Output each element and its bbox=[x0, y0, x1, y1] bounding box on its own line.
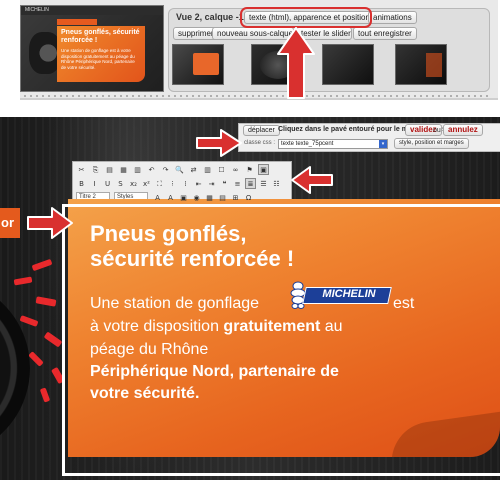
toolbar-button[interactable]: ⚑ bbox=[244, 164, 255, 175]
overlay-tab: or bbox=[0, 208, 20, 238]
logo-wordmark: MICHELIN bbox=[322, 288, 376, 300]
heading-line-2: sécurité renforcée ! bbox=[90, 246, 295, 271]
body-line-1: Une station de gonflage bbox=[90, 295, 260, 312]
style-position-button[interactable]: style, position et marges bbox=[394, 138, 469, 149]
thumbnail-body: Une station de gonflage est à votre disp… bbox=[61, 48, 135, 70]
toolbar-button[interactable]: ▦ bbox=[204, 192, 215, 203]
css-class-label: classe css : bbox=[244, 140, 276, 146]
toolbar-button[interactable]: ✂ bbox=[76, 164, 87, 175]
css-class-select[interactable]: texte texte_75pcent ▾ bbox=[278, 139, 388, 149]
filmstrip-frame-1[interactable] bbox=[172, 44, 224, 85]
toolbar-button[interactable]: Ω bbox=[243, 192, 254, 203]
toolbar-button[interactable]: ⁞ bbox=[180, 178, 191, 189]
toolbar-button[interactable]: ▥ bbox=[132, 164, 143, 175]
slide-preview-thumbnail[interactable]: MICHELIN Pneus gonflés, sécurité renforc… bbox=[20, 5, 164, 92]
toolbar-button[interactable]: ▤ bbox=[217, 192, 228, 203]
toolbar-button[interactable]: ◉ bbox=[191, 192, 202, 203]
chevron-down-icon: ▾ bbox=[379, 140, 387, 148]
toolbar-button[interactable]: ▦ bbox=[118, 164, 129, 175]
toolbar-button[interactable]: S bbox=[115, 178, 126, 189]
thumbnail-title: Pneus gonflés, sécurité renforcée ! bbox=[61, 29, 140, 44]
toolbar-button[interactable]: x₂ bbox=[128, 178, 139, 189]
filmstrip-frame-4[interactable] bbox=[395, 44, 447, 85]
toolbar-button[interactable]: ↷ bbox=[160, 164, 171, 175]
toolbar-button[interactable]: ⊞ bbox=[230, 192, 241, 203]
toolbar-button[interactable]: ≡ bbox=[232, 178, 243, 189]
toolbar-button[interactable]: ▣ bbox=[258, 164, 269, 175]
body-line-3: péage du Rhône bbox=[90, 341, 209, 358]
body-line-4: Périphérique Nord, partenaire de bbox=[90, 363, 339, 380]
toolbar-button[interactable]: 🔍 bbox=[174, 164, 185, 175]
animations-button[interactable]: animations bbox=[368, 11, 417, 24]
highlight-circle bbox=[240, 7, 372, 28]
arrow-left-icon bbox=[291, 166, 333, 194]
screenshot-root: MICHELIN Pneus gonflés, sécurité renforc… bbox=[0, 0, 500, 480]
body-line-2-bold: gratuitement bbox=[223, 318, 321, 335]
heading-line-1: Pneus gonflés, bbox=[90, 221, 247, 246]
toolbar-button[interactable]: ∞ bbox=[230, 164, 241, 175]
toolbar-button[interactable]: ⇄ bbox=[188, 164, 199, 175]
filmstrip-frame-3[interactable] bbox=[322, 44, 374, 85]
arrow-right-icon bbox=[196, 129, 242, 157]
toolbar-button[interactable]: ⛶ bbox=[154, 178, 165, 189]
panel-divider bbox=[22, 94, 492, 98]
toolbar-button[interactable]: ⎘ bbox=[90, 164, 101, 175]
cancel-button[interactable]: annulez bbox=[443, 124, 483, 136]
toolbar-button[interactable]: U bbox=[102, 178, 113, 189]
or-text: ou bbox=[433, 127, 441, 134]
toolbar-button[interactable]: ☷ bbox=[271, 178, 282, 189]
toolbar-button[interactable]: ▣ bbox=[178, 192, 189, 203]
body-line-2: à votre disposition gratuitement au bbox=[90, 318, 343, 336]
css-class-value: texte texte_75pcent bbox=[281, 141, 334, 147]
move-button[interactable]: déplacer bbox=[243, 125, 280, 136]
toolbar-button[interactable]: B bbox=[76, 178, 87, 189]
toolbar-button[interactable]: I bbox=[89, 178, 100, 189]
body-line-2-start: à votre disposition bbox=[90, 318, 219, 335]
body-line-2-end: au bbox=[324, 318, 343, 335]
body-line-1-end: est bbox=[393, 295, 415, 312]
thumbnail-header: MICHELIN bbox=[21, 6, 163, 15]
body-line-5: votre sécurité. bbox=[90, 385, 200, 402]
thumbnail-orange-box: Pneus gonflés, sécurité renforcée ! Une … bbox=[57, 26, 145, 82]
toolbar-button[interactable]: ☐ bbox=[216, 164, 227, 175]
save-all-button[interactable]: tout enregistrer bbox=[353, 27, 417, 40]
toolbar-button[interactable]: ☰ bbox=[258, 178, 269, 189]
michelin-logo: MICHELIN bbox=[288, 281, 392, 309]
toolbar-button[interactable]: A bbox=[165, 192, 176, 203]
arrow-right-icon bbox=[27, 207, 73, 239]
thumbnail-brand-label: MICHELIN bbox=[25, 7, 49, 13]
toolbar-button[interactable]: x² bbox=[141, 178, 152, 189]
toolbar-button[interactable]: ⇤ bbox=[193, 178, 204, 189]
toolbar-button[interactable]: A bbox=[152, 192, 163, 203]
toolbar-button[interactable]: ⇥ bbox=[206, 178, 217, 189]
toolbar-button[interactable]: ▤ bbox=[104, 164, 115, 175]
toolbar-button[interactable]: ❝ bbox=[219, 178, 230, 189]
thumbnail-tab bbox=[57, 19, 97, 25]
toolbar-button[interactable]: ≣ bbox=[245, 178, 256, 189]
toolbar-button[interactable]: ↶ bbox=[146, 164, 157, 175]
arrow-up-icon bbox=[277, 27, 315, 99]
toolbar-button[interactable]: ⁝ bbox=[167, 178, 178, 189]
toolbar-button[interactable]: ▥ bbox=[202, 164, 213, 175]
